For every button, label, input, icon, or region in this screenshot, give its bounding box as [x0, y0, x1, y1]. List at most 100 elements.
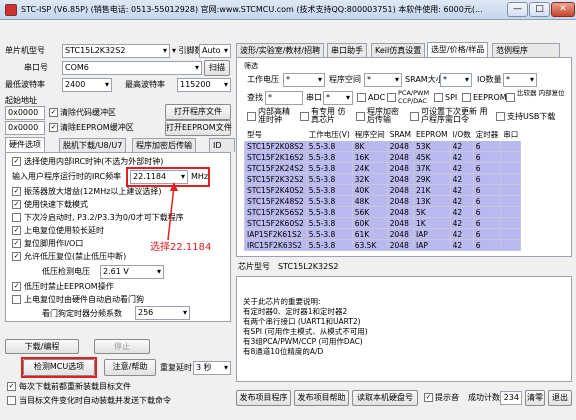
table-header-cell[interactable]: 型号 — [244, 128, 307, 141]
scan-button[interactable]: 扫描 — [204, 60, 230, 76]
work-voltage-select[interactable]: * — [283, 73, 325, 87]
uart-select[interactable]: * — [323, 91, 353, 105]
clear-count-button[interactable]: 清零 — [525, 390, 545, 406]
option-checkbox[interactable]: ✓ — [12, 226, 21, 235]
table-row[interactable]: STC15F2K24S2 5.5-3.8 24K 2048 37K 42 6 — [244, 162, 522, 174]
option-checkbox[interactable]: ✓ — [12, 252, 21, 261]
irc-checkbox[interactable] — [247, 112, 256, 121]
table-cell: 2048 — [386, 151, 415, 163]
table-header-cell[interactable]: 串口 — [500, 128, 522, 141]
option-label: 复位脚用作I/O口 — [24, 239, 84, 248]
eeprom-checkbox[interactable] — [462, 93, 471, 102]
tab-hardware-options[interactable]: 硬件选项 — [5, 137, 45, 152]
password-checkbox[interactable] — [410, 112, 419, 121]
table-row[interactable]: IRC15F2K63S2 5.5-3.8 63.5K 2048 IAP 42 6 — [244, 239, 522, 251]
stop-button[interactable]: 停止 — [94, 339, 150, 354]
clear-code-checkbox[interactable]: ✓ — [49, 108, 58, 117]
reload-checkbox[interactable]: ✓ — [7, 382, 16, 391]
help-button[interactable]: 注意/帮助 — [104, 359, 156, 376]
close-button[interactable]: ✕ — [551, 2, 575, 17]
table-cell: 5.5-3.8 — [305, 173, 353, 185]
table-cell: STC15F2K24S2 — [244, 162, 307, 174]
mcu-type-label: 单片机型号 — [5, 46, 45, 55]
table-row[interactable]: STC15F2K60S2 5.5-3.8 60K 2048 1K 42 6 — [244, 217, 522, 229]
table-row[interactable]: STC15F2K32S2 5.5-3.8 32K 2048 29K 42 6 — [244, 173, 522, 185]
pin-count-select[interactable]: Auto — [199, 44, 231, 58]
table-cell: 2048 — [386, 195, 415, 207]
window-title: STC-ISP (V6.85P) (销售电话: 0513-55012928) 官… — [21, 5, 483, 14]
prog-space-select[interactable]: * — [364, 73, 402, 87]
table-cell: 60K — [351, 217, 388, 229]
beep-checkbox[interactable]: ✓ — [424, 393, 433, 402]
table-header-cell[interactable]: 工作电压(V) — [305, 128, 353, 141]
table-cell — [500, 151, 522, 163]
table-cell: 6 — [472, 195, 502, 207]
reload-label: 每次下载前都重新装载目标文件 — [19, 382, 131, 391]
table-header-cell[interactable]: EEPROM — [413, 128, 451, 141]
tab-serial-assistant[interactable]: 串口助手 — [327, 43, 367, 57]
clear-eeprom-checkbox[interactable]: ✓ — [49, 123, 58, 132]
option-checkbox[interactable] — [12, 295, 21, 304]
table-header-cell[interactable]: 程序空间 — [351, 128, 388, 141]
tab-offline-download[interactable]: 脱机下载/U8/U7 — [59, 138, 127, 152]
table-cell: 42 — [449, 151, 474, 163]
tab-sample-programs[interactable]: 范例程序 — [492, 43, 560, 57]
publish-help-button[interactable]: 发布项目帮助 — [294, 390, 349, 406]
download-button[interactable]: 下载/编程 — [5, 339, 79, 354]
option-checkbox[interactable] — [12, 213, 21, 222]
encrypt-checkbox[interactable] — [356, 112, 365, 121]
open-eeprom-button[interactable]: 打开EEPROM文件 — [165, 120, 232, 136]
exit-button[interactable]: 退出 — [548, 390, 572, 406]
table-header-cell[interactable]: 定时器 — [472, 128, 502, 141]
tab-waveform-lab[interactable]: 波形/实验室/教材/招聘 — [236, 43, 325, 57]
table-header-cell[interactable]: SRAM — [386, 128, 415, 141]
spi-checkbox[interactable] — [434, 93, 443, 102]
table-row[interactable]: STC15F2K40S2 5.5-3.8 40K 2048 21K 42 6 — [244, 184, 522, 196]
option-checkbox[interactable]: ✓ — [12, 157, 21, 166]
minimize-button[interactable]: — — [507, 2, 528, 17]
table-row[interactable]: STC15F2K56S2 5.5-3.8 56K 2048 5K 42 6 — [244, 206, 522, 218]
table-row[interactable]: IAP15F2K61S2 5.5-3.8 61K 2048 IAP 42 6 — [244, 228, 522, 240]
adc-checkbox[interactable] — [357, 93, 366, 102]
option-checkbox[interactable]: ✓ — [12, 282, 21, 291]
retry-delay-select[interactable]: 3 秒 — [193, 361, 231, 375]
tab-encrypt-transfer[interactable]: 程序加密后传输 — [132, 138, 196, 152]
tab-id[interactable]: ID — [209, 138, 235, 152]
io-count-select[interactable]: * — [503, 73, 537, 87]
table-row[interactable]: STC15F2K48S2 5.5-3.8 48K 2048 13K 42 6 — [244, 195, 522, 207]
table-cell: 6 — [472, 228, 502, 240]
option-checkbox[interactable]: ✓ — [12, 239, 21, 248]
mcu-type-select[interactable]: STC15L2K32S2 — [62, 44, 170, 58]
table-header-cell[interactable]: I/O数 — [449, 128, 474, 141]
max-baud-select[interactable]: 115200 — [177, 78, 231, 92]
usb-checkbox[interactable] — [496, 112, 505, 121]
uart-label: 串口 — [306, 93, 322, 102]
open-program-button[interactable]: 打开程序文件 — [165, 104, 231, 120]
table-row[interactable]: STC15F2K16S2 5.5-3.8 16K 2048 45K 42 6 — [244, 151, 522, 163]
voltage-select[interactable]: 2.61 V — [100, 265, 164, 279]
watchdog-select[interactable]: 256 — [135, 306, 190, 320]
eeprom-address-input[interactable]: 0x0000 — [5, 121, 45, 135]
publish-project-button[interactable]: 发布项目程序 — [236, 390, 291, 406]
read-disk-button[interactable]: 读取本机硬盘号 — [352, 390, 418, 406]
table-cell: 5.5-3.8 — [305, 140, 353, 152]
table-cell: 63.5K — [351, 239, 388, 251]
code-address-input[interactable]: 0x0000 — [5, 106, 45, 120]
find-input[interactable]: * — [265, 91, 303, 105]
port-select[interactable]: COM6 — [62, 61, 202, 75]
emulator-checkbox[interactable] — [300, 112, 309, 121]
sram-select[interactable]: * — [440, 73, 472, 87]
table-cell: 5.5-3.8 — [305, 184, 353, 196]
min-baud-select[interactable]: 2400 — [62, 78, 112, 92]
auto-send-checkbox[interactable] — [7, 396, 16, 405]
maximize-button[interactable]: □ — [529, 2, 550, 17]
comparator-checkbox[interactable] — [506, 93, 515, 102]
tab-keil-sim[interactable]: Keil仿真设置 — [371, 43, 426, 57]
table-row[interactable]: STC15F2K08S2 5.5-3.8 8K 2048 53K 42 6 — [244, 140, 522, 152]
tab-selection-price[interactable]: 选型/价格/样品 — [427, 42, 489, 57]
option-checkbox[interactable]: ✓ — [12, 200, 21, 209]
pca-checkbox[interactable] — [387, 93, 396, 102]
retry-delay-label: 重复延时 — [160, 363, 192, 372]
table-cell: 21K — [413, 184, 451, 196]
option-checkbox[interactable]: ✓ — [12, 187, 21, 196]
